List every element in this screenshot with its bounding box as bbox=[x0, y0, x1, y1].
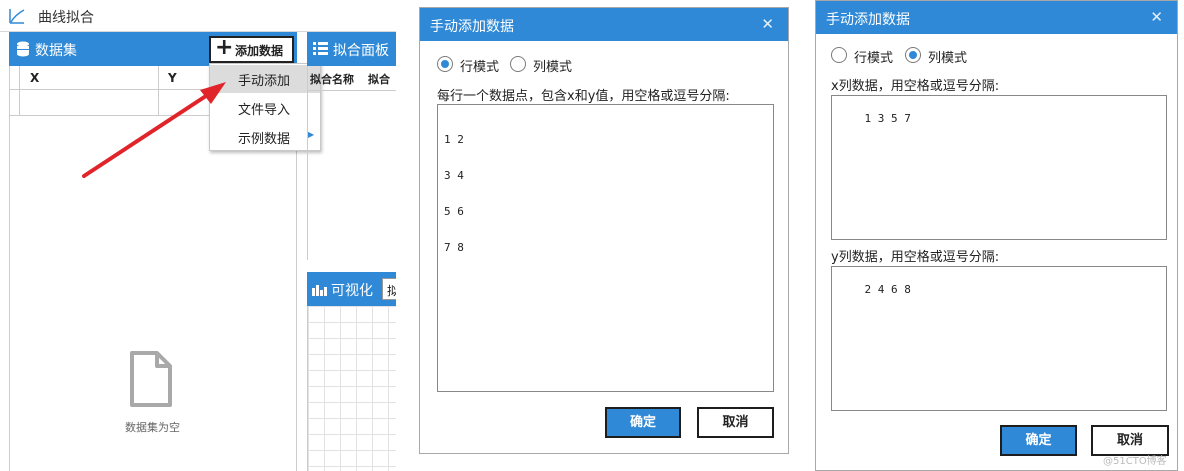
y-column-label: y列数据，用空格或逗号分隔: bbox=[831, 250, 1000, 265]
data-line: 3 4 bbox=[444, 169, 464, 182]
instruction-text: 每行一个数据点，包含x和y值，用空格或逗号分隔: bbox=[437, 89, 730, 104]
data-line: 7 8 bbox=[444, 241, 464, 254]
data-line: 1 2 bbox=[444, 133, 464, 146]
ok-button[interactable]: 确定 bbox=[605, 407, 681, 438]
column-mode-label: 列模式 bbox=[533, 60, 573, 75]
cancel-button[interactable]: 取消 bbox=[697, 407, 774, 438]
column-mode-label: 列模式 bbox=[928, 51, 968, 66]
y-data-value: 2 4 6 8 bbox=[864, 283, 911, 296]
column-mode-radio[interactable] bbox=[905, 47, 921, 63]
y-data-textarea[interactable]: 2 4 6 8 bbox=[831, 266, 1167, 411]
watermark: @51CTO博客 bbox=[1103, 456, 1167, 467]
data-textarea[interactable]: 1 2 3 4 5 6 7 8 bbox=[437, 104, 774, 392]
dialog-title-bar: 手动添加数据 ✕ bbox=[816, 1, 1177, 34]
close-icon[interactable]: ✕ bbox=[761, 15, 774, 33]
column-mode-radio[interactable] bbox=[510, 56, 526, 72]
red-arrow-annotation bbox=[82, 82, 226, 178]
manual-add-dialog-row-mode: 手动添加数据 ✕ 行模式 列模式 每行一个数据点，包含x和y值，用空格或逗号分隔… bbox=[419, 7, 789, 454]
row-mode-radio[interactable] bbox=[437, 56, 453, 72]
data-line: 5 6 bbox=[444, 205, 464, 218]
row-mode-label: 行模式 bbox=[460, 60, 500, 75]
dialog-title-bar: 手动添加数据 ✕ bbox=[420, 8, 788, 41]
x-column-label: x列数据，用空格或逗号分隔: bbox=[831, 79, 1000, 94]
curve-fit-app: 曲线拟合 数据集 + 添加数据 X Y 数据集为空 手动添加 文件导入 示例数据… bbox=[0, 0, 396, 471]
ok-button[interactable]: 确定 bbox=[1000, 425, 1077, 456]
close-icon[interactable]: ✕ bbox=[1150, 8, 1163, 26]
x-data-value: 1 3 5 7 bbox=[864, 112, 911, 125]
dialog-title: 手动添加数据 bbox=[430, 19, 514, 35]
row-mode-label: 行模式 bbox=[854, 51, 894, 66]
x-data-textarea[interactable]: 1 3 5 7 bbox=[831, 95, 1167, 240]
dialog-title: 手动添加数据 bbox=[826, 12, 910, 28]
row-mode-radio[interactable] bbox=[831, 47, 847, 63]
manual-add-dialog-column-mode: 手动添加数据 ✕ 行模式 列模式 x列数据，用空格或逗号分隔: 1 3 5 7 … bbox=[815, 0, 1178, 471]
